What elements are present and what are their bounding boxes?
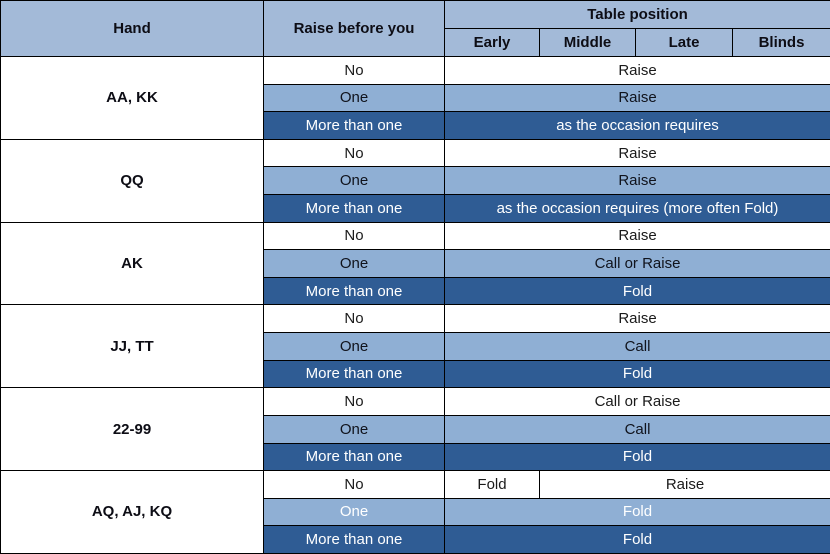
table-row: JJ, TT No Raise bbox=[0, 304, 830, 389]
hand-label-cell: QQ bbox=[0, 138, 264, 223]
action-cell: Raise bbox=[539, 470, 830, 499]
column-header-position-blinds: Blinds bbox=[732, 28, 830, 57]
hand-label-cell: AQ, AJ, KQ bbox=[0, 470, 264, 554]
action-cell: Fold bbox=[444, 359, 830, 389]
action-cell: Fold bbox=[444, 470, 540, 499]
hand-label-cell: 22-99 bbox=[0, 387, 264, 472]
action-cell: Raise bbox=[444, 56, 830, 85]
action-cell: Raise bbox=[444, 166, 830, 196]
raise-before-you-cell: More than one bbox=[263, 111, 445, 140]
poker-starting-hand-strategy-table: Hand Raise before you Table position Ear… bbox=[0, 0, 830, 554]
header-row-top: Hand Raise before you Table position bbox=[0, 0, 830, 57]
hand-label-cell: AK bbox=[0, 221, 264, 306]
column-header-position-early: Early bbox=[444, 28, 540, 57]
raise-before-you-cell: One bbox=[263, 332, 445, 361]
raise-before-you-cell: No bbox=[263, 221, 445, 251]
table-row: AA, KK No Raise bbox=[0, 56, 830, 140]
action-cell: Raise bbox=[444, 304, 830, 334]
raise-before-you-cell: No bbox=[263, 387, 445, 416]
table-row: QQ No Raise bbox=[0, 138, 830, 223]
table-row: AK No Raise bbox=[0, 221, 830, 306]
action-cell: Call or Raise bbox=[444, 387, 830, 416]
table-body: AA, KK No Raise One Raise More than one as the… bbox=[0, 56, 830, 554]
raise-before-you-cell: One bbox=[263, 166, 445, 196]
raise-before-you-cell: One bbox=[263, 249, 445, 278]
action-cell: as the occasion requires bbox=[444, 111, 830, 140]
raise-before-you-cell: No bbox=[263, 470, 445, 499]
action-cell: Call or Raise bbox=[444, 249, 830, 278]
action-cell: Raise bbox=[444, 138, 830, 168]
raise-before-you-cell: More than one bbox=[263, 194, 445, 223]
hand-label-cell: JJ, TT bbox=[0, 304, 264, 389]
hand-label-cell: AA, KK bbox=[0, 56, 264, 140]
action-cell: Call bbox=[444, 332, 830, 361]
raise-before-you-cell: No bbox=[263, 56, 445, 85]
column-header-raise-before-you: Raise before you bbox=[263, 0, 445, 57]
raise-before-you-cell: More than one bbox=[263, 442, 445, 472]
action-cell: Fold bbox=[444, 442, 830, 472]
column-header-position-late: Late bbox=[635, 28, 733, 57]
raise-before-you-cell: More than one bbox=[263, 276, 445, 306]
raise-before-you-cell: More than one bbox=[263, 359, 445, 389]
raise-before-you-cell: No bbox=[263, 138, 445, 168]
table-header: Hand Raise before you Table position Ear… bbox=[0, 0, 830, 57]
action-cell: Fold bbox=[444, 525, 830, 554]
action-cell: Fold bbox=[444, 276, 830, 306]
action-cell: Raise bbox=[444, 83, 830, 113]
action-cell: Call bbox=[444, 414, 830, 444]
raise-before-you-cell: One bbox=[263, 497, 445, 527]
raise-before-you-cell: More than one bbox=[263, 525, 445, 554]
raise-before-you-cell: One bbox=[263, 83, 445, 113]
column-header-table-position: Table position bbox=[444, 0, 830, 29]
table-row: 22-99 No Call or Raise bbox=[0, 387, 830, 472]
action-cell: Raise bbox=[444, 221, 830, 251]
raise-before-you-cell: No bbox=[263, 304, 445, 334]
raise-before-you-cell: One bbox=[263, 414, 445, 444]
action-cell: Fold bbox=[444, 497, 830, 527]
column-header-position-middle: Middle bbox=[539, 28, 636, 57]
action-cell: as the occasion requires (more often Fol… bbox=[444, 194, 830, 223]
column-header-hand: Hand bbox=[0, 0, 264, 57]
table-row: AQ, AJ, KQ No Fold Raise bbox=[0, 470, 830, 554]
